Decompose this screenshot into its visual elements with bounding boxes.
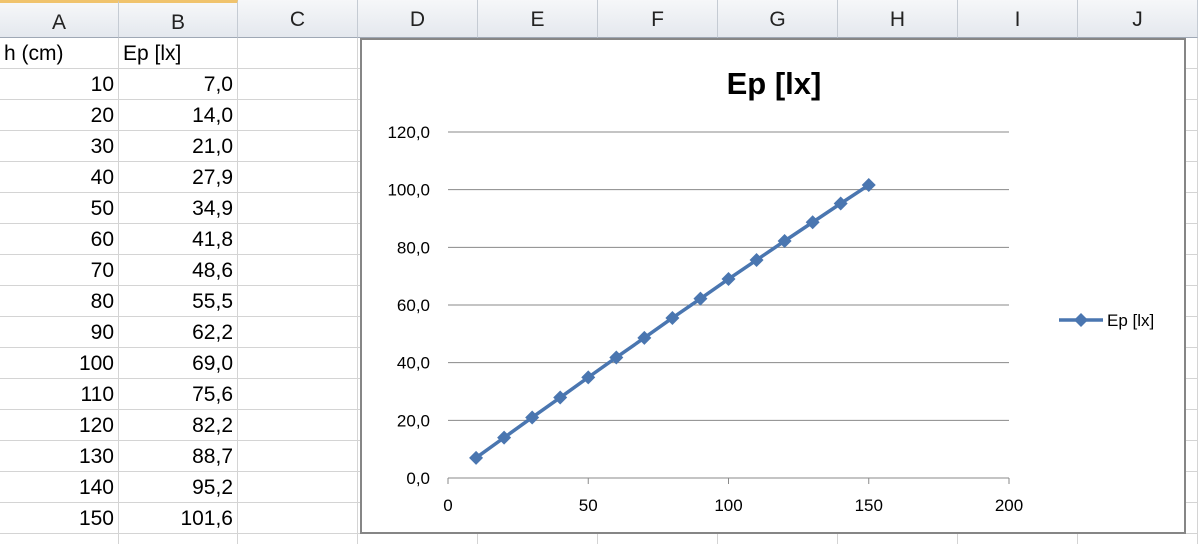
y-tick-label: 0,0	[406, 469, 430, 488]
cell-ep-value[interactable]: 48,6	[119, 255, 238, 286]
cell-h-value[interactable]: 20	[0, 100, 119, 131]
chart-area[interactable]: Ep [lx] 0,0 20,0 40,0 60,0 80,0 100,0 120,0 0 50…	[360, 38, 1186, 534]
column-header-j[interactable]: J	[1078, 0, 1198, 38]
cell-ep-value[interactable]: 88,7	[119, 441, 238, 472]
cell-ep-value[interactable]: 14,0	[119, 100, 238, 131]
cell-ep-value[interactable]: 82,2	[119, 410, 238, 441]
cell-h-value[interactable]: 130	[0, 441, 119, 472]
cell-ep-value[interactable]: 55,5	[119, 286, 238, 317]
cell-ep-value[interactable]: 62,2	[119, 317, 238, 348]
cell-h-value[interactable]: 110	[0, 379, 119, 410]
cell-h-value[interactable]: 10	[0, 69, 119, 100]
cell-h-value[interactable]: 120	[0, 410, 119, 441]
cell-h-value[interactable]: 70	[0, 255, 119, 286]
column-header-a[interactable]: A	[0, 0, 119, 38]
cell-b1[interactable]: Ep [lx]	[119, 38, 238, 69]
y-tick-label: 20,0	[397, 411, 430, 430]
cell-h-value[interactable]: 150	[0, 503, 119, 534]
cell-ep-value[interactable]: 69,0	[119, 348, 238, 379]
cell-ep-value[interactable]: 34,9	[119, 193, 238, 224]
y-tick-label: 60,0	[397, 296, 430, 315]
cell-ep-value[interactable]: 21,0	[119, 131, 238, 162]
column-header-d[interactable]: D	[358, 0, 478, 38]
cell-h-value[interactable]: 80	[0, 286, 119, 317]
legend-marker	[1074, 313, 1088, 327]
x-tick-label: 100	[714, 496, 742, 515]
cell-h-value[interactable]: 50	[0, 193, 119, 224]
column-header-h[interactable]: H	[838, 0, 958, 38]
legend-label: Ep [lx]	[1107, 311, 1154, 330]
x-tick-label: 50	[579, 496, 598, 515]
column-header-e[interactable]: E	[478, 0, 598, 38]
cell-ep-value[interactable]: 41,8	[119, 224, 238, 255]
column-header-f[interactable]: F	[598, 0, 718, 38]
cell-ep-value[interactable]: 95,2	[119, 472, 238, 503]
cell-h-value[interactable]: 30	[0, 131, 119, 162]
cell-h-value[interactable]: 60	[0, 224, 119, 255]
cell-ep-value[interactable]: 27,9	[119, 162, 238, 193]
cell-h-value[interactable]: 100	[0, 348, 119, 379]
cell-ep-value[interactable]: 7,0	[119, 69, 238, 100]
y-tick-label: 100,0	[387, 181, 430, 200]
cell-ep-value[interactable]: 75,6	[119, 379, 238, 410]
cell-ep-value[interactable]: 101,6	[119, 503, 238, 534]
column-header-g[interactable]: G	[718, 0, 838, 38]
chart-title: Ep [lx]	[727, 66, 822, 101]
column-header-c[interactable]: C	[238, 0, 358, 38]
column-header-b[interactable]: B	[119, 0, 238, 38]
cell-h-value[interactable]: 40	[0, 162, 119, 193]
x-tick-label: 0	[443, 496, 452, 515]
x-tick-label: 150	[855, 496, 883, 515]
cell-h-value[interactable]: 140	[0, 472, 119, 503]
x-tick-label: 200	[995, 496, 1023, 515]
cell-h-value[interactable]: 90	[0, 317, 119, 348]
y-tick-label: 80,0	[397, 238, 430, 257]
column-header-i[interactable]: I	[958, 0, 1078, 38]
cell-a1[interactable]: h (cm)	[0, 38, 119, 69]
y-tick-label: 120,0	[387, 123, 430, 142]
y-tick-label: 40,0	[397, 354, 430, 373]
line-chart: Ep [lx] 0,0 20,0 40,0 60,0 80,0 100,0 120,0 0 50…	[387, 66, 1154, 515]
